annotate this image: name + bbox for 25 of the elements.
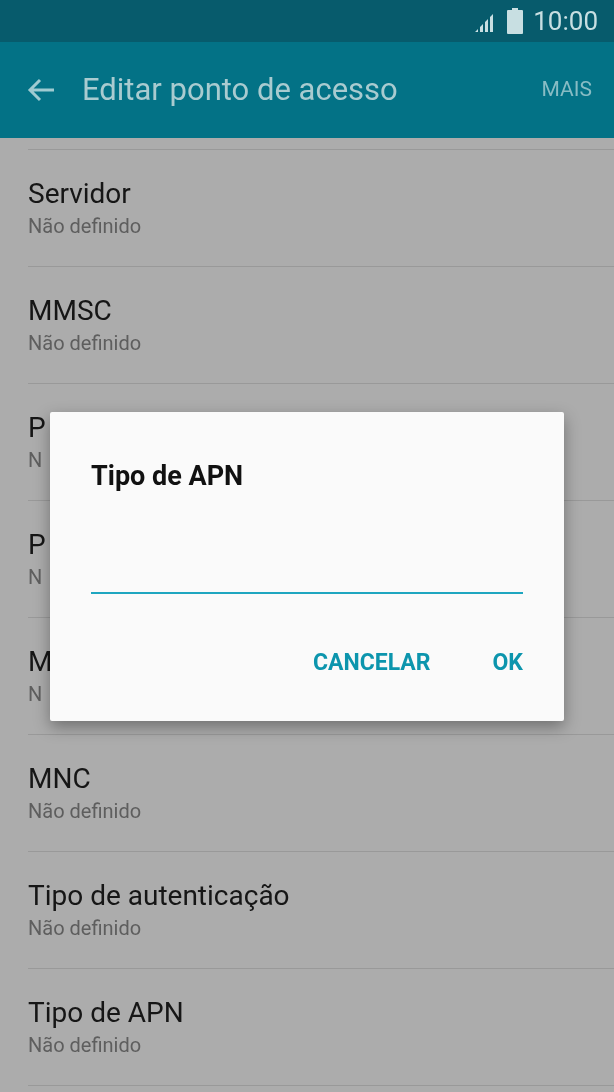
setting-value: Não definido bbox=[28, 915, 142, 942]
setting-title: Servidor bbox=[28, 176, 131, 212]
setting-value: N bbox=[28, 681, 43, 708]
screen-title: Editar ponto de acesso bbox=[82, 69, 399, 110]
setting-value: Não definido bbox=[28, 213, 142, 240]
setting-title: Tipo de autenticação bbox=[28, 878, 290, 914]
setting-item[interactable]: MMSC Não definido bbox=[28, 267, 614, 384]
setting-title: P bbox=[28, 527, 46, 563]
setting-title: P bbox=[28, 410, 46, 446]
setting-item[interactable]: Tipo de APN Não definido bbox=[28, 969, 614, 1086]
clock: 10:00 bbox=[533, 4, 598, 38]
setting-item[interactable]: MNC Não definido bbox=[28, 735, 614, 852]
setting-item[interactable]: Tipo de autenticação Não definido bbox=[28, 852, 614, 969]
setting-item[interactable]: Servidor Não definido bbox=[28, 150, 614, 267]
setting-value: N bbox=[28, 564, 43, 591]
setting-title: MMSC bbox=[28, 293, 112, 329]
setting-value: Não definido bbox=[28, 330, 142, 357]
dialog-title: Tipo de APN bbox=[91, 459, 245, 494]
setting-title: MNC bbox=[28, 761, 91, 797]
setting-value: Não definido bbox=[28, 798, 142, 825]
setting-value: Não definido bbox=[28, 1032, 142, 1059]
setting-title: Tipo de APN bbox=[28, 995, 184, 1031]
battery-icon bbox=[507, 8, 524, 34]
setting-title: M bbox=[28, 644, 53, 680]
setting-value: N bbox=[28, 447, 43, 474]
